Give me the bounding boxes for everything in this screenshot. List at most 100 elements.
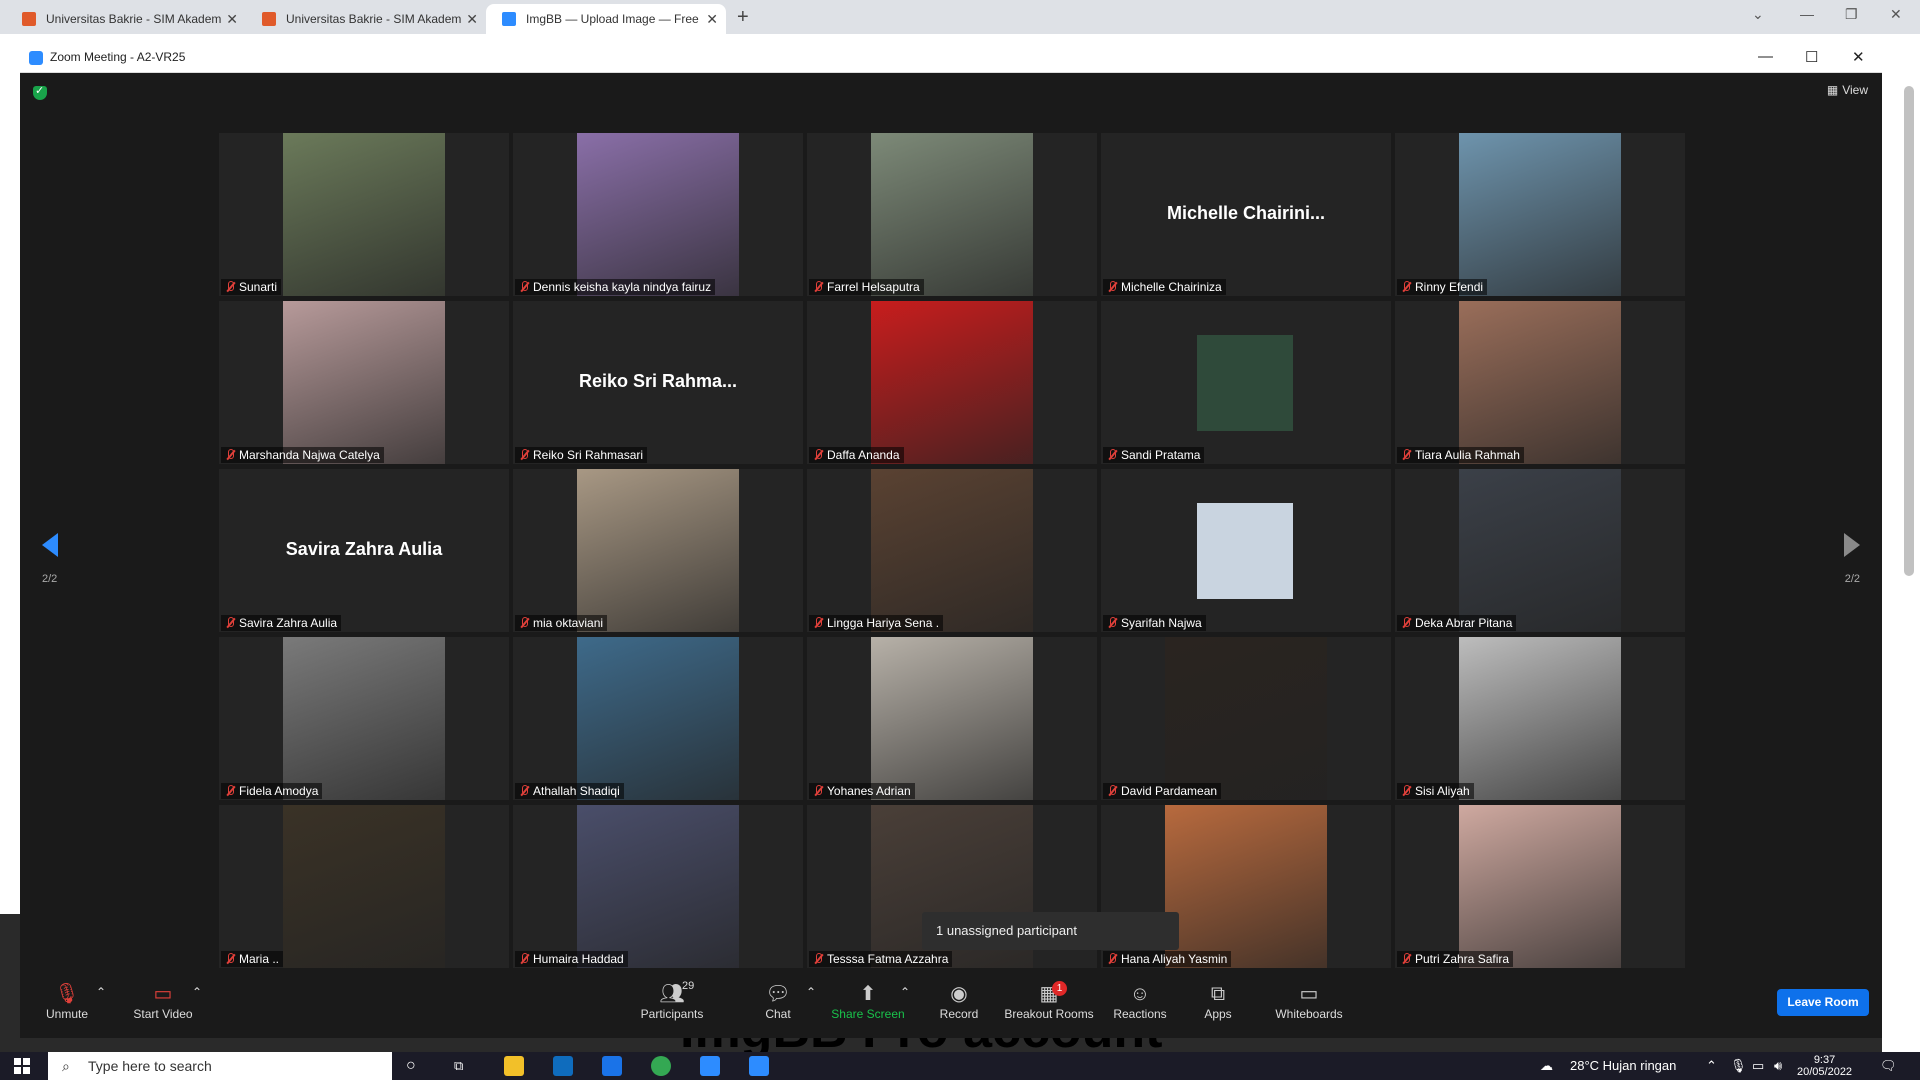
apps-button[interactable]: ⧉ Apps <box>1200 981 1236 1021</box>
participant-tile[interactable]: Sisi Aliyah <box>1395 637 1685 800</box>
next-page-arrow-icon[interactable] <box>1844 533 1860 557</box>
muted-mic-icon <box>1107 785 1117 797</box>
weather-text[interactable]: 28°C Hujan ringan <box>1570 1052 1676 1080</box>
participant-tile[interactable]: Fidela Amodya <box>219 637 509 800</box>
zoom-maximize-icon[interactable]: ☐ <box>1805 48 1818 66</box>
close-tab-icon[interactable]: ✕ <box>706 4 718 34</box>
clock-date: 20/05/2022 <box>1797 1066 1853 1078</box>
view-button[interactable]: ▦ View <box>1827 83 1868 97</box>
start-video-button[interactable]: ▭ Start Video <box>126 981 200 1021</box>
browser-tab-1[interactable]: Universitas Bakrie - SIM Akadem ✕ <box>6 4 246 34</box>
participant-tile[interactable]: Reiko Sri Rahma... Reiko Sri Rahmasari <box>513 301 803 464</box>
participant-tile[interactable]: David Pardamean <box>1101 637 1391 800</box>
participant-tile[interactable]: Yohanes Adrian <box>807 637 1097 800</box>
new-tab-icon[interactable]: + <box>737 6 749 29</box>
participant-name: Maria .. <box>239 952 280 966</box>
close-icon[interactable]: ✕ <box>1890 6 1902 23</box>
volume-icon[interactable]: 🔊︎ <box>1774 1052 1782 1080</box>
participant-tile[interactable]: Sunarti <box>219 133 509 296</box>
participants-icon: 👥︎ <box>659 983 685 1005</box>
whiteboards-label: Whiteboards <box>1275 1007 1343 1021</box>
participant-tile[interactable]: Farrel Helsaputra <box>807 133 1097 296</box>
zoom-minimize-icon[interactable]: — <box>1758 48 1773 65</box>
mail-icon[interactable] <box>602 1056 622 1076</box>
participant-name-label: Humaira Haddad <box>515 951 628 967</box>
participant-name-label: Tesssa Fatma Azzahra <box>809 951 953 967</box>
reactions-button[interactable]: ☺ Reactions <box>1112 981 1168 1021</box>
participant-tile[interactable]: Marshanda Najwa Catelya <box>219 301 509 464</box>
participant-name: Yohanes Adrian <box>827 784 911 798</box>
participant-tile[interactable]: Tiara Aulia Rahmah <box>1395 301 1685 464</box>
zoom-title-bar: Zoom Meeting - A2-VR25 — ☐ ✕ <box>20 43 1882 73</box>
participant-tile[interactable]: Lingga Hariya Sena . <box>807 469 1097 632</box>
tray-chevron-icon[interactable]: ⌃ <box>1706 1052 1717 1080</box>
notification-icon[interactable]: 🗨︎ <box>1880 1052 1897 1080</box>
microphone-icon[interactable]: 🎙︎ <box>1730 1052 1747 1080</box>
participant-tile[interactable]: Humaira Haddad <box>513 805 803 968</box>
participant-name: Syarifah Najwa <box>1121 616 1202 630</box>
close-tab-icon[interactable]: ✕ <box>226 4 238 34</box>
zoom-close-icon[interactable]: ✕ <box>1852 48 1865 66</box>
chrome-icon[interactable] <box>651 1056 671 1076</box>
participants-button[interactable]: 👥︎ 29 Participants <box>632 980 712 1021</box>
teamviewer-icon[interactable] <box>700 1056 720 1076</box>
page-scrollbar[interactable] <box>1904 86 1914 576</box>
video-options-chevron-icon[interactable]: ⌃ <box>192 985 202 999</box>
participant-video <box>1459 637 1621 800</box>
participant-tile[interactable]: Rinny Efendi <box>1395 133 1685 296</box>
participant-tile[interactable]: Savira Zahra Aulia Savira Zahra Aulia <box>219 469 509 632</box>
participant-tile[interactable]: Maria .. <box>219 805 509 968</box>
taskbar-search-box[interactable]: ⌕ Type here to search <box>48 1052 392 1080</box>
muted-mic-icon <box>519 449 529 461</box>
participant-tile[interactable]: Deka Abrar Pitana <box>1395 469 1685 632</box>
tab-label: Universitas Bakrie - SIM Akadem <box>286 12 462 26</box>
task-view-icon[interactable]: ⧉ <box>454 1052 463 1080</box>
network-icon[interactable]: ▭ <box>1752 1052 1764 1080</box>
whiteboards-button[interactable]: ▭ Whiteboards <box>1274 981 1344 1021</box>
search-icon: ⌕ <box>62 1058 70 1074</box>
file-explorer-icon[interactable] <box>504 1056 524 1076</box>
participant-tile[interactable]: mia oktaviani <box>513 469 803 632</box>
store-icon[interactable] <box>553 1056 573 1076</box>
tab-search-icon[interactable]: ⌄ <box>1752 6 1764 23</box>
breakout-rooms-label: Breakout Rooms <box>1004 1007 1094 1021</box>
browser-tab-strip: Universitas Bakrie - SIM Akadem ✕ Univer… <box>0 0 1920 34</box>
participant-tile[interactable]: Athallah Shadiqi <box>513 637 803 800</box>
tab-favicon-icon <box>22 12 36 26</box>
unmute-button[interactable]: 🎙︎ Unmute <box>42 981 92 1021</box>
record-button[interactable]: ◉ Record <box>934 981 984 1021</box>
system-clock[interactable]: 9:37 20/05/2022 <box>1797 1054 1852 1078</box>
previous-page-arrow-icon[interactable] <box>42 533 58 557</box>
muted-mic-icon <box>813 953 823 965</box>
participant-tile[interactable]: Sandi Pratama <box>1101 301 1391 464</box>
participant-tile[interactable]: Dennis keisha kayla nindya fairuz <box>513 133 803 296</box>
restore-icon[interactable]: ❐ <box>1845 6 1858 23</box>
share-screen-label: Share Screen <box>831 1007 905 1021</box>
chat-button[interactable]: 💬︎ Chat <box>760 981 796 1021</box>
audio-options-chevron-icon[interactable]: ⌃ <box>96 985 106 999</box>
clock-time: 9:37 <box>1813 1054 1836 1066</box>
record-icon: ◉ <box>950 983 968 1005</box>
windows-start-icon[interactable] <box>14 1058 30 1074</box>
leave-room-button[interactable]: Leave Room <box>1777 989 1869 1016</box>
muted-mic-icon <box>1401 617 1411 629</box>
security-shield-icon[interactable] <box>33 84 47 100</box>
participant-name-label: Dennis keisha kayla nindya fairuz <box>515 279 716 295</box>
share-screen-button[interactable]: ⬆ Share Screen <box>830 981 906 1021</box>
participant-tile[interactable]: Michelle Chairini... Michelle Chairiniza <box>1101 133 1391 296</box>
participant-tile[interactable]: Syarifah Najwa <box>1101 469 1391 632</box>
participant-tile[interactable]: Daffa Ananda <box>807 301 1097 464</box>
close-tab-icon[interactable]: ✕ <box>466 4 478 34</box>
participant-name: Tesssa Fatma Azzahra <box>827 952 949 966</box>
browser-tab-3[interactable]: ImgBB — Upload Image — Free ✕ <box>486 4 726 34</box>
zoom-taskbar-icon[interactable] <box>749 1056 769 1076</box>
chat-options-chevron-icon[interactable]: ⌃ <box>806 985 816 999</box>
minimize-icon[interactable]: — <box>1800 6 1814 22</box>
participant-tile[interactable]: Putri Zahra Safira <box>1395 805 1685 968</box>
breakout-rooms-button[interactable]: ▦ 1 Breakout Rooms <box>1004 981 1094 1021</box>
browser-tab-2[interactable]: Universitas Bakrie - SIM Akadem ✕ <box>246 4 486 34</box>
participant-name: Sunarti <box>239 280 278 294</box>
tab-favicon-icon <box>262 12 276 26</box>
share-options-chevron-icon[interactable]: ⌃ <box>900 985 910 999</box>
cortana-icon[interactable]: ○ <box>406 1052 416 1080</box>
